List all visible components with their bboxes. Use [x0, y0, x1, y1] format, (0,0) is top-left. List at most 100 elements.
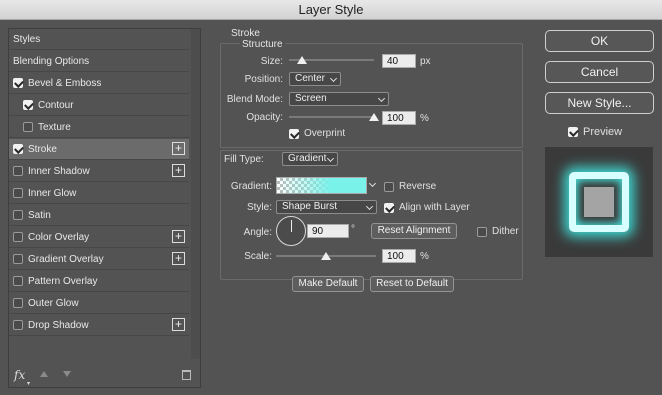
dither-label: Dither	[492, 226, 519, 237]
style-item-outer-glow[interactable]: Outer Glow	[9, 293, 189, 314]
size-label: Size:	[260, 56, 283, 67]
style-item-blending-options[interactable]: Blending Options	[9, 51, 189, 72]
structure-group-title: Structure	[240, 39, 285, 50]
style-item-checkbox[interactable]	[13, 78, 23, 88]
style-item-label: Outer Glow	[28, 297, 79, 309]
style-item-checkbox[interactable]	[13, 298, 23, 308]
style-item-checkbox[interactable]	[13, 276, 23, 286]
style-item-color-overlay[interactable]: Color Overlay +	[9, 227, 189, 248]
style-item-checkbox[interactable]	[13, 166, 23, 176]
gradient-label: Gradient:	[230, 181, 272, 192]
opacity-unit: %	[420, 113, 429, 124]
angle-input[interactable]: 90	[307, 224, 349, 238]
move-up-icon[interactable]	[40, 371, 48, 377]
dither-checkbox-row[interactable]: Dither	[477, 226, 519, 237]
preview-checkbox-row[interactable]: Preview	[568, 126, 622, 138]
dither-checkbox[interactable]	[477, 226, 487, 237]
stroke-section-title: Stroke	[231, 28, 260, 39]
overprint-checkbox-row[interactable]: Overprint	[289, 128, 345, 139]
style-label: Style:	[246, 202, 272, 213]
style-item-checkbox[interactable]	[23, 100, 33, 110]
style-value: Shape Burst	[282, 201, 338, 212]
add-effect-plus-icon[interactable]: +	[172, 230, 185, 243]
new-style-button[interactable]: New Style...	[545, 92, 654, 114]
size-input[interactable]: 40	[382, 54, 416, 68]
scale-input[interactable]: 100	[382, 249, 416, 263]
add-effect-plus-icon[interactable]: +	[172, 318, 185, 331]
blend-mode-value: Screen	[295, 93, 327, 104]
make-default-button[interactable]: Make Default	[292, 276, 364, 292]
chevron-down-icon	[368, 179, 377, 188]
style-dropdown[interactable]: Shape Burst	[276, 200, 377, 214]
style-item-inner-shadow[interactable]: Inner Shadow +	[9, 161, 189, 182]
styles-list-scrollbar[interactable]	[191, 29, 200, 359]
cancel-button[interactable]: Cancel	[545, 61, 654, 83]
align-with-layer-checkbox[interactable]	[384, 202, 394, 213]
style-item-contour[interactable]: Contour	[9, 95, 189, 116]
reverse-label: Reverse	[399, 181, 437, 192]
reverse-checkbox-row[interactable]: Reverse	[384, 181, 436, 192]
style-item-checkbox[interactable]	[23, 122, 33, 132]
opacity-input[interactable]: 100	[382, 111, 416, 125]
blend-mode-dropdown[interactable]: Screen	[289, 92, 389, 106]
style-item-gradient-overlay[interactable]: Gradient Overlay +	[9, 249, 189, 270]
fx-menu-button[interactable]: fx	[14, 368, 25, 382]
reset-to-default-button[interactable]: Reset to Default	[370, 276, 454, 292]
position-dropdown[interactable]: Center	[289, 72, 341, 86]
reverse-checkbox[interactable]	[384, 181, 394, 192]
style-item-label: Bevel & Emboss	[28, 77, 102, 89]
style-item-checkbox[interactable]	[13, 188, 23, 198]
angle-unit: °	[351, 224, 355, 235]
style-preview	[545, 147, 653, 257]
chevron-down-icon	[377, 94, 386, 103]
gradient-swatch[interactable]	[276, 177, 367, 194]
reset-alignment-button[interactable]: Reset Alignment	[371, 223, 457, 239]
style-item-pattern-overlay[interactable]: Pattern Overlay	[9, 271, 189, 292]
size-slider-thumb[interactable]	[296, 56, 307, 64]
angle-label: Angle:	[243, 227, 272, 238]
style-item-checkbox[interactable]	[13, 232, 23, 242]
fill-type-value: Gradient	[288, 153, 327, 164]
overprint-checkbox[interactable]	[289, 128, 299, 139]
style-item-checkbox[interactable]	[13, 210, 23, 220]
scale-unit: %	[420, 251, 429, 262]
style-item-label: Styles	[13, 33, 41, 45]
opacity-slider-thumb[interactable]	[369, 113, 379, 121]
add-effect-plus-icon[interactable]: +	[172, 164, 185, 177]
style-item-checkbox[interactable]	[13, 254, 23, 264]
style-item-stroke[interactable]: Stroke +	[9, 139, 189, 160]
position-value: Center	[295, 73, 326, 84]
position-label: Position:	[244, 74, 283, 85]
opacity-slider-track[interactable]	[289, 116, 374, 118]
opacity-label: Opacity:	[246, 112, 283, 123]
fx-menu-indicator: ▾	[27, 381, 31, 387]
style-item-label: Inner Shadow	[28, 165, 90, 177]
add-effect-plus-icon[interactable]: +	[172, 142, 185, 155]
style-item-bevel-emboss[interactable]: Bevel & Emboss	[9, 73, 189, 94]
style-item-texture[interactable]: Texture	[9, 117, 189, 138]
style-item-checkbox[interactable]	[13, 144, 23, 154]
style-item-label: Blending Options	[13, 55, 90, 67]
ok-button[interactable]: OK	[545, 30, 654, 52]
overprint-label: Overprint	[304, 128, 346, 139]
align-with-layer-row[interactable]: Align with Layer	[384, 202, 470, 213]
style-item-label: Gradient Overlay	[28, 253, 104, 265]
move-down-icon[interactable]	[63, 371, 71, 377]
style-item-label: Contour	[38, 99, 74, 111]
style-item-drop-shadow[interactable]: Drop Shadow +	[9, 315, 189, 336]
style-item-satin[interactable]: Satin	[9, 205, 189, 226]
trash-icon[interactable]	[182, 370, 191, 380]
style-item-styles[interactable]: Styles	[9, 29, 189, 50]
preview-checkbox[interactable]	[568, 127, 578, 137]
style-item-label: Inner Glow	[28, 187, 77, 199]
scale-slider-thumb[interactable]	[321, 252, 331, 260]
style-item-inner-glow[interactable]: Inner Glow	[9, 183, 189, 204]
style-item-label: Color Overlay	[28, 231, 90, 243]
gradient-picker-button[interactable]	[367, 177, 377, 194]
style-item-checkbox[interactable]	[13, 320, 23, 330]
fill-type-label: Fill Type:	[224, 154, 264, 165]
angle-dial[interactable]	[276, 216, 306, 246]
chevron-down-icon	[365, 202, 374, 211]
fill-type-dropdown[interactable]: Gradient	[282, 152, 338, 166]
add-effect-plus-icon[interactable]: +	[172, 252, 185, 265]
